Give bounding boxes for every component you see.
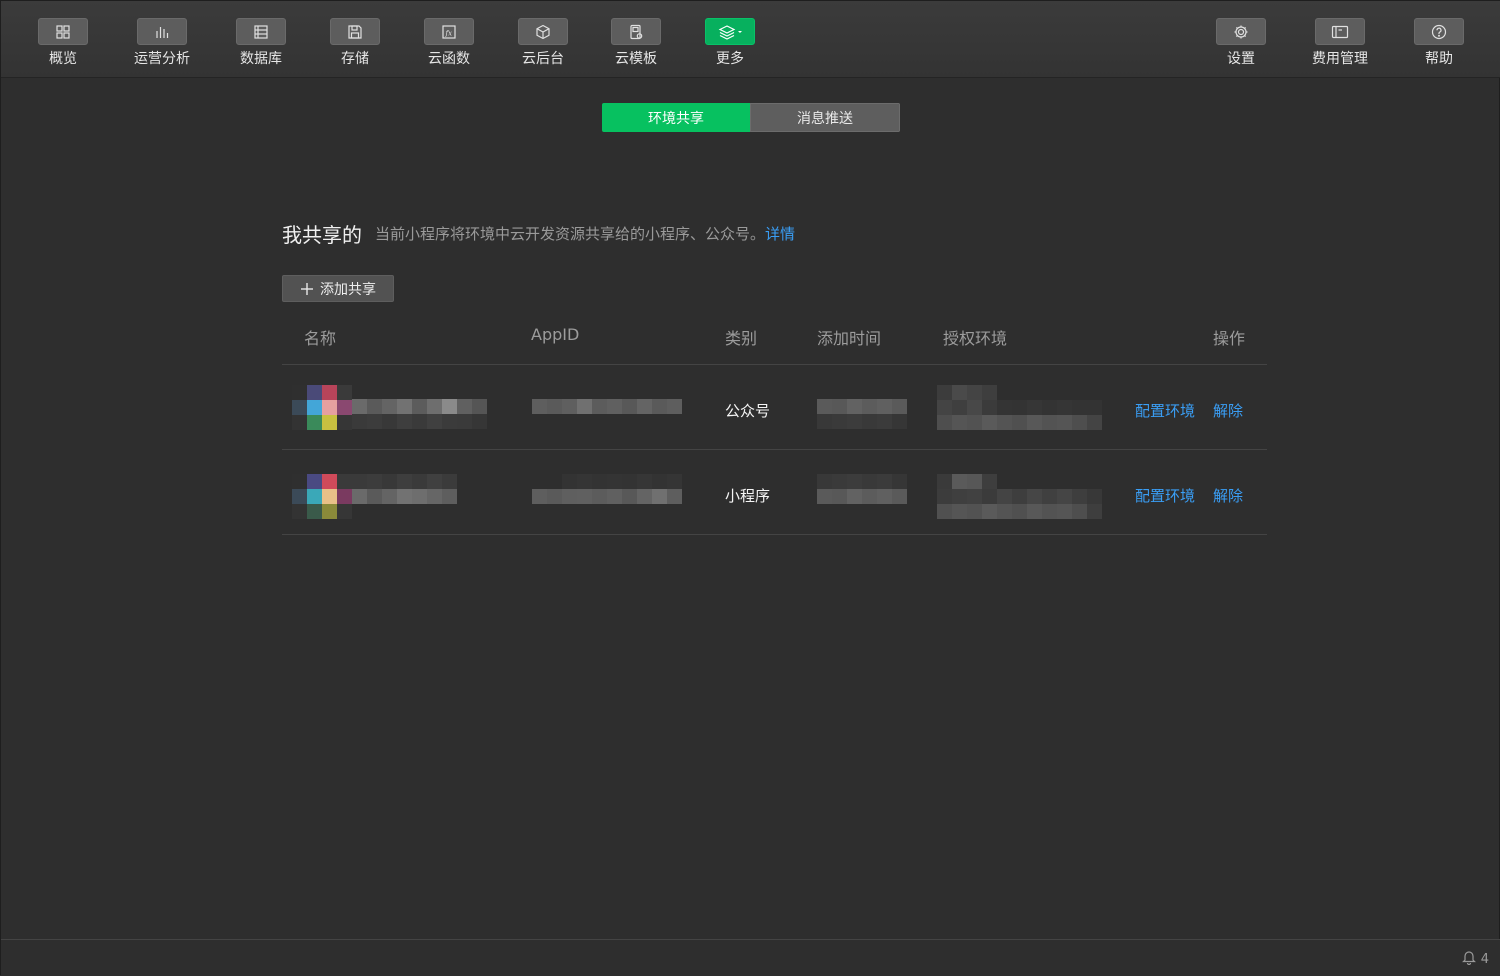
section-description: 当前小程序将环境中云开发资源共享给的小程序、公众号。详情: [375, 223, 795, 244]
toolbar-analytics[interactable]: 运营分析: [122, 18, 202, 67]
status-bar: 4: [1, 939, 1500, 976]
function-icon: fx: [424, 18, 474, 45]
toolbar-label: 帮助: [1425, 51, 1453, 67]
toolbar-billing[interactable]: 费用管理: [1300, 18, 1380, 67]
devtools-window: 概览 运营分析 数据库 存储 fx 云函数 云后台 云模板 更多 设置 费用管理…: [0, 0, 1500, 976]
toolbar-cloud-functions[interactable]: fx 云函数: [409, 18, 489, 67]
header-added-time: 添加时间: [817, 329, 882, 348]
svg-text:fx: fx: [445, 29, 453, 37]
avatar: [292, 385, 352, 430]
app-name-pixelated: [352, 399, 487, 429]
header-name: 名称: [304, 329, 337, 348]
notification-count: 4: [1480, 951, 1489, 967]
cloud-console-toolbar: 概览 运营分析 数据库 存储 fx 云函数 云后台 云模板 更多 设置 费用管理…: [1, 1, 1500, 78]
gear-icon: [1216, 18, 1266, 45]
toolbar-label: 云模板: [615, 51, 657, 67]
section-title: 我共享的: [282, 223, 362, 247]
help-icon: [1414, 18, 1464, 45]
avatar: [292, 474, 352, 519]
details-link[interactable]: 详情: [765, 225, 795, 243]
toolbar-label: 设置: [1227, 51, 1255, 67]
share-tabs: 环境共享 消息推送: [602, 103, 900, 132]
toolbar-label: 更多: [716, 51, 744, 67]
bell-icon: [1461, 949, 1477, 969]
save-icon: [330, 18, 380, 45]
toolbar-label: 云函数: [428, 51, 470, 67]
tab-env-share[interactable]: 环境共享: [602, 103, 750, 132]
app-name-pixelated: [352, 474, 457, 504]
toolbar-label: 云后台: [522, 51, 564, 67]
table-row: 小程序 配置环境 解除: [282, 450, 1267, 535]
remove-link[interactable]: 解除: [1213, 400, 1243, 421]
added-time-pixelated: [817, 399, 907, 429]
header-auth-env: 授权环境: [943, 329, 1008, 348]
header-appid: AppID: [531, 325, 580, 344]
auth-env-pixelated: [937, 474, 1102, 519]
auth-env-pixelated: [937, 385, 1102, 430]
template-icon: [611, 18, 661, 45]
cube-icon: [518, 18, 568, 45]
configure-env-link[interactable]: 配置环境: [1135, 400, 1195, 421]
description-text: 当前小程序将环境中云开发资源共享给的小程序、公众号。: [375, 225, 766, 243]
plus-icon: [300, 280, 314, 298]
header-actions: 操作: [1213, 329, 1246, 348]
tab-message-push[interactable]: 消息推送: [750, 103, 900, 132]
toolbar-label: 存储: [341, 51, 369, 67]
toolbar-overview[interactable]: 概览: [23, 18, 103, 67]
toolbar-more[interactable]: 更多: [690, 18, 770, 67]
configure-env-link[interactable]: 配置环境: [1135, 485, 1195, 506]
grid-icon: [38, 18, 88, 45]
toolbar-database[interactable]: 数据库: [221, 18, 301, 67]
shared-table: 名称 AppID 类别 添加时间 授权环境 操作 公众号 配置环境 解除 小程序…: [282, 313, 1267, 535]
table-header: 名称 AppID 类别 添加时间 授权环境 操作: [282, 313, 1267, 365]
bar-chart-icon: [137, 18, 187, 45]
toolbar-label: 运营分析: [134, 51, 190, 67]
appid-pixelated: [532, 399, 682, 414]
toolbar-storage[interactable]: 存储: [315, 18, 395, 67]
toolbar-label: 数据库: [240, 51, 282, 67]
layers-icon: [705, 18, 755, 45]
header-type: 类别: [725, 329, 758, 348]
added-time-pixelated: [817, 474, 907, 504]
toolbar-settings[interactable]: 设置: [1201, 18, 1281, 67]
remove-link[interactable]: 解除: [1213, 485, 1243, 506]
toolbar-cloud-template[interactable]: 云模板: [596, 18, 676, 67]
billing-icon: [1315, 18, 1365, 45]
notification-button[interactable]: 4: [1461, 949, 1489, 969]
toolbar-label: 概览: [49, 51, 77, 67]
toolbar-cloud-backend[interactable]: 云后台: [503, 18, 583, 67]
database-icon: [236, 18, 286, 45]
toolbar-label: 费用管理: [1312, 51, 1368, 67]
type-cell: 小程序: [725, 487, 771, 505]
appid-pixelated: [532, 474, 682, 504]
toolbar-help[interactable]: 帮助: [1399, 18, 1479, 67]
add-share-button[interactable]: 添加共享: [282, 275, 394, 302]
add-share-label: 添加共享: [320, 281, 376, 298]
type-cell: 公众号: [725, 402, 771, 420]
table-row: 公众号 配置环境 解除: [282, 365, 1267, 450]
